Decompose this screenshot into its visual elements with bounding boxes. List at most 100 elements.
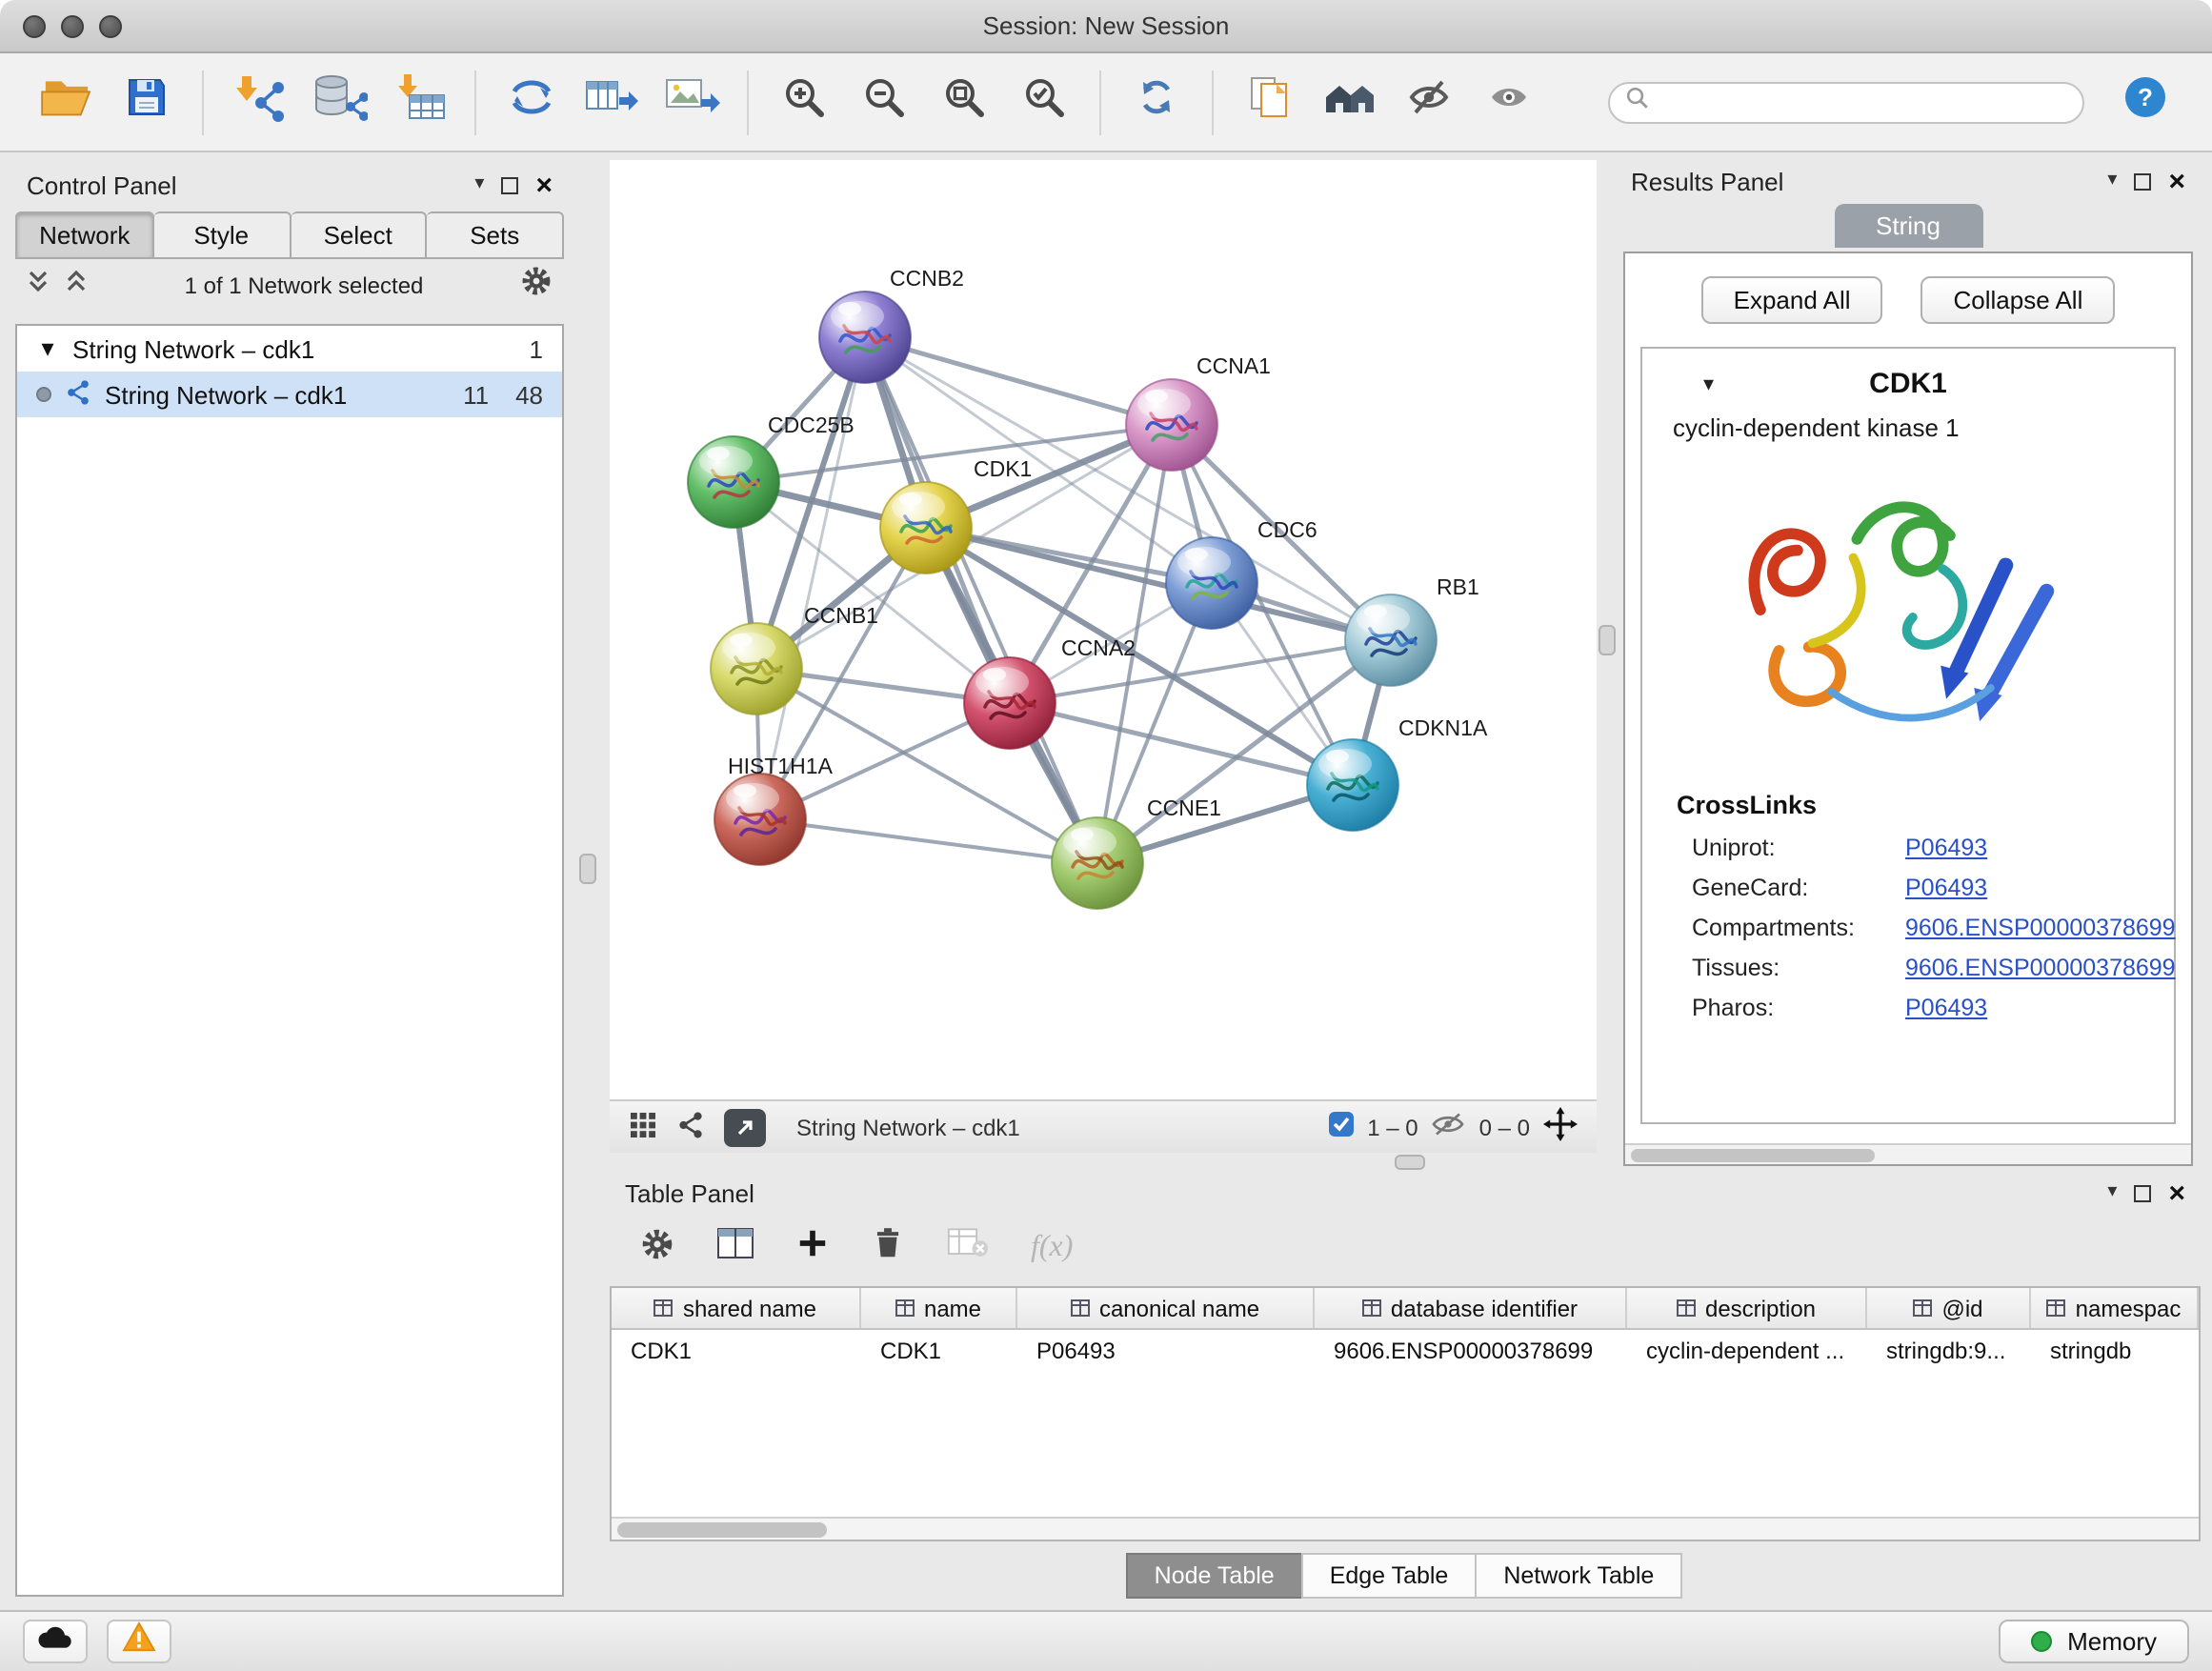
collapse-all-button[interactable]: Collapse All (1921, 276, 2116, 324)
splitter-handle[interactable] (1599, 625, 1616, 655)
network-edge-CCNB2-CCNE1[interactable] (865, 337, 1097, 863)
search-box[interactable] (1608, 81, 2084, 123)
show-columns-icon[interactable] (716, 1227, 754, 1269)
network-node-CCNB2[interactable] (819, 292, 911, 383)
zoom-in-button[interactable] (770, 64, 838, 140)
tab-network-table[interactable]: Network Table (1475, 1553, 1682, 1599)
network-row[interactable]: String Network – cdk1 11 48 (17, 372, 562, 417)
export-table-button[interactable] (577, 64, 646, 140)
duplicate-document-button[interactable] (1235, 64, 1303, 140)
delete-column-icon[interactable] (871, 1225, 905, 1271)
column-header-description[interactable]: description (1627, 1288, 1867, 1328)
column-header-namespace[interactable]: namespac (2031, 1288, 2199, 1328)
show-graphics-details-button[interactable] (1475, 64, 1543, 140)
scrollbar-thumb[interactable] (1631, 1149, 1875, 1162)
tab-style[interactable]: Style (154, 211, 292, 259)
add-column-icon[interactable] (796, 1227, 829, 1269)
network-node-CDK1[interactable] (880, 482, 972, 574)
import-table-button[interactable] (385, 64, 453, 140)
network-collection-row[interactable]: ▾ String Network – cdk1 1 (17, 326, 562, 372)
table-horizontal-scrollbar[interactable] (612, 1517, 2199, 1540)
panel-close-icon[interactable]: × (2168, 167, 2185, 195)
crosslink-tissues[interactable]: 9606.ENSP00000378699 (1905, 955, 2176, 981)
tree-expander-icon[interactable]: ▾ (36, 333, 59, 364)
column-header-name[interactable]: name (861, 1288, 1017, 1328)
panel-float-icon[interactable] (501, 176, 518, 193)
close-window-button[interactable] (23, 14, 46, 37)
cloud-status-button[interactable] (23, 1620, 88, 1663)
import-network-from-file-button[interactable] (225, 64, 293, 140)
network-node-CCNA1[interactable] (1126, 379, 1217, 471)
zoom-fit-button[interactable] (930, 64, 998, 140)
network-node-CDC6[interactable] (1166, 537, 1257, 629)
network-node-CDKN1A[interactable] (1307, 739, 1398, 831)
crosslink-genecard[interactable]: P06493 (1905, 875, 2176, 901)
tab-select[interactable]: Select (291, 211, 428, 259)
network-node-HIST1H1A[interactable] (714, 774, 806, 865)
gear-icon[interactable] (640, 1226, 674, 1270)
network-node-CCNE1[interactable] (1052, 817, 1143, 909)
gear-icon[interactable] (520, 265, 553, 307)
network-graph[interactable]: CCNB2CCNA1CDC25BCDK1CDC6RB1CCNB1CCNA2CDK… (610, 160, 1597, 1099)
expand-all-icon[interactable] (27, 269, 50, 303)
panel-close-icon[interactable]: × (2168, 1178, 2185, 1207)
refresh-network-button[interactable] (1122, 64, 1191, 140)
crosslink-uniprot[interactable]: P06493 (1905, 835, 2176, 861)
grid-view-icon[interactable] (629, 1110, 657, 1144)
clone-network-button[interactable] (497, 64, 566, 140)
minimize-window-button[interactable] (61, 14, 84, 37)
network-edge-CCNB2-HIST1H1A[interactable] (760, 337, 865, 819)
network-view[interactable]: CCNB2CCNA1CDC25BCDK1CDC6RB1CCNB1CCNA2CDK… (610, 160, 1597, 1099)
network-node-CCNB1[interactable] (711, 623, 802, 715)
column-header-id[interactable]: @id (1867, 1288, 2031, 1328)
search-input[interactable] (1661, 89, 2067, 115)
results-horizontal-scrollbar[interactable] (1625, 1143, 2191, 1164)
splitter-handle[interactable] (1395, 1155, 1425, 1170)
collapse-gene-icon[interactable]: ▾ (1703, 371, 1714, 395)
save-session-button[interactable] (112, 64, 181, 140)
warnings-button[interactable] (107, 1620, 171, 1663)
maximize-window-button[interactable] (99, 14, 122, 37)
export-image-button[interactable] (657, 64, 726, 140)
collapse-all-icon[interactable] (65, 269, 88, 303)
tab-node-table[interactable]: Node Table (1126, 1553, 1303, 1599)
column-header-database-identifier[interactable]: database identifier (1315, 1288, 1627, 1328)
memory-button[interactable]: Memory (1999, 1620, 2189, 1663)
tab-string[interactable]: String (1834, 204, 1982, 248)
tab-edge-table[interactable]: Edge Table (1301, 1553, 1478, 1599)
panel-menu-icon[interactable]: ▾ (2107, 1183, 2117, 1202)
panel-float-icon[interactable] (2134, 172, 2151, 190)
crosslink-compartments[interactable]: 9606.ENSP00000378699 (1905, 915, 2176, 941)
tab-sets[interactable]: Sets (428, 211, 565, 259)
help-button[interactable]: ? (2111, 64, 2180, 140)
tab-network[interactable]: Network (15, 211, 154, 259)
expand-all-button[interactable]: Expand All (1701, 276, 1883, 324)
hide-graphics-details-button[interactable] (1395, 64, 1463, 140)
panel-close-icon[interactable]: × (535, 171, 553, 199)
table-row[interactable]: CDK1 CDK1 P06493 9606.ENSP00000378699 cy… (612, 1330, 2199, 1370)
network-node-RB1[interactable] (1345, 594, 1437, 686)
panel-float-icon[interactable] (2134, 1184, 2151, 1201)
panel-menu-icon[interactable]: ▾ (2107, 171, 2117, 191)
network-node-CCNA2[interactable] (964, 657, 1056, 749)
column-header-canonical-name[interactable]: canonical name (1017, 1288, 1315, 1328)
pan-move-icon[interactable] (1543, 1107, 1578, 1147)
network-edge-CCNE1-HIST1H1A[interactable] (760, 819, 1097, 863)
home-view-button[interactable] (1315, 64, 1383, 140)
splitter-handle[interactable] (579, 854, 596, 884)
network-share-view-icon[interactable] (676, 1110, 705, 1144)
panel-menu-icon[interactable]: ▾ (474, 175, 484, 194)
birds-eye-view-button[interactable] (724, 1108, 766, 1146)
zoom-out-button[interactable] (850, 64, 918, 140)
open-session-button[interactable] (32, 64, 101, 140)
column-header-shared-name[interactable]: shared name (612, 1288, 861, 1328)
network-edge-CCNB2-CCNA1[interactable] (865, 337, 1172, 425)
crosslink-pharos[interactable]: P06493 (1905, 995, 2176, 1021)
scrollbar-thumb[interactable] (617, 1522, 827, 1538)
network-edge-CCNA2-CDKN1A[interactable] (1010, 703, 1353, 785)
zoom-selected-button[interactable] (1010, 64, 1078, 140)
hidden-eye-slash-icon[interactable] (1432, 1111, 1466, 1143)
import-network-from-database-button[interactable] (305, 64, 373, 140)
network-node-CDC25B[interactable] (688, 436, 779, 528)
selected-checkbox-icon[interactable] (1327, 1111, 1354, 1143)
